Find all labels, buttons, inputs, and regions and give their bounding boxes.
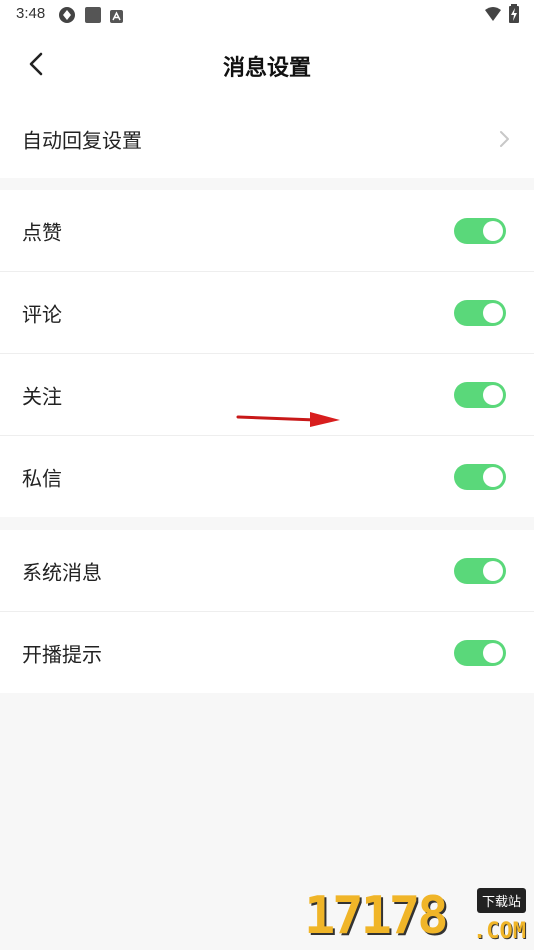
- list-item-live-start: 开播提示: [0, 612, 534, 693]
- interaction-section: 点赞 评论 关注 私信: [0, 190, 534, 517]
- status-bar: 3:48: [0, 0, 534, 30]
- likes-label: 点赞: [22, 220, 62, 244]
- nav-bar: 消息设置: [0, 30, 534, 100]
- notification-a-icon: [110, 8, 123, 27]
- status-time: 3:48: [16, 5, 46, 22]
- annotation-arrow: [236, 412, 340, 427]
- toggle-knob: [483, 560, 503, 581]
- toggle-knob: [483, 384, 503, 405]
- system-messages-label: 系统消息: [22, 560, 102, 584]
- chevron-right-icon: [498, 129, 512, 149]
- auto-reply-label: 自动回复设置: [22, 128, 142, 153]
- system-section: 系统消息 开播提示: [0, 530, 534, 693]
- list-item-likes: 点赞: [0, 190, 534, 272]
- system-messages-toggle[interactable]: [454, 557, 506, 584]
- live-start-toggle[interactable]: [454, 639, 506, 666]
- page-title: 消息设置: [222, 56, 311, 81]
- app-square-icon: [84, 6, 102, 28]
- watermark-badge: 下载站: [476, 888, 526, 913]
- messages-label: 私信: [22, 466, 62, 490]
- toggle-knob: [483, 642, 503, 663]
- list-item-comments: 评论: [0, 272, 534, 354]
- toggle-knob: [483, 302, 503, 323]
- list-item-system-messages: 系统消息: [0, 530, 534, 612]
- toggle-knob: [483, 220, 503, 241]
- auto-reply-row[interactable]: 自动回复设置: [0, 100, 534, 178]
- toggle-knob: [483, 466, 503, 487]
- follows-label: 关注: [22, 384, 62, 408]
- live-start-label: 开播提示: [22, 642, 102, 666]
- wifi-icon: [484, 6, 502, 26]
- auto-reply-section: 自动回复设置: [0, 100, 534, 178]
- follows-toggle[interactable]: [454, 381, 506, 408]
- list-item-messages: 私信: [0, 436, 534, 517]
- likes-toggle[interactable]: [454, 217, 506, 244]
- messages-toggle[interactable]: [454, 463, 506, 490]
- comments-label: 评论: [22, 302, 62, 326]
- watermark-logo: 17178 下载站 .COM: [304, 888, 530, 946]
- watermark-domain: .COM: [473, 919, 526, 944]
- comments-toggle[interactable]: [454, 299, 506, 326]
- sync-icon: [58, 6, 76, 28]
- battery-charging-icon: [508, 4, 520, 28]
- watermark-digits: 17178: [304, 886, 449, 946]
